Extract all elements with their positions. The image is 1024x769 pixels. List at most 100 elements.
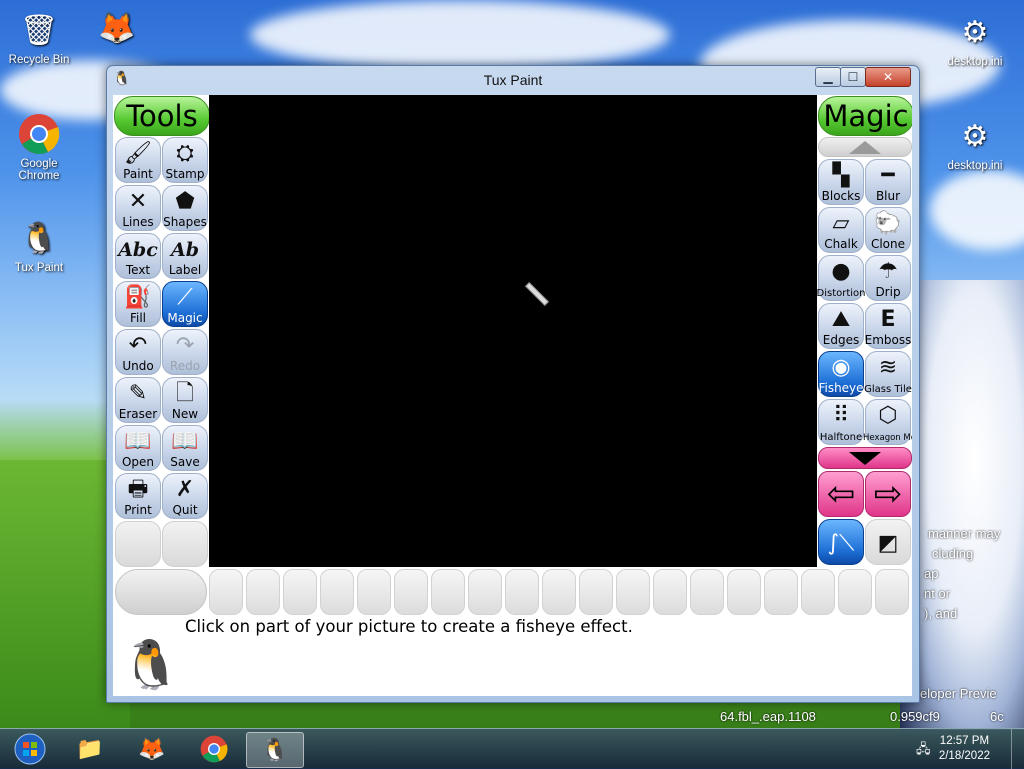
minimize-button[interactable]: ▁ bbox=[815, 67, 841, 87]
tool-empty-slot bbox=[115, 521, 161, 567]
taskbar-firefox[interactable]: 🦊 bbox=[124, 732, 180, 766]
network-icon[interactable]: 🖧 bbox=[916, 740, 931, 762]
lines-icon: ✕ bbox=[128, 189, 148, 214]
magic-scroll-up-button[interactable] bbox=[818, 137, 912, 157]
desktop-icon-label: Tux Paint bbox=[14, 262, 64, 274]
color-swatch[interactable] bbox=[579, 569, 613, 615]
firefox-icon: 🦊 bbox=[138, 736, 166, 762]
magic-blur[interactable]: ━ Blur bbox=[865, 159, 911, 205]
chalk-icon: ▱ bbox=[832, 211, 850, 236]
magic-scroll-down-button[interactable] bbox=[818, 447, 912, 469]
color-swatch[interactable] bbox=[727, 569, 761, 615]
magic-fisheye[interactable]: ◉ Fisheye bbox=[818, 351, 864, 397]
color-swatch[interactable] bbox=[616, 569, 650, 615]
tool-print[interactable]: 🖶 Print bbox=[115, 473, 161, 519]
tool-label: Text bbox=[125, 263, 151, 277]
show-desktop-button[interactable] bbox=[1011, 729, 1024, 769]
desktop-icon-tux-paint[interactable]: 🐧 Tux Paint bbox=[2, 216, 76, 275]
magic-glass-tile[interactable]: ≋ Glass Tile bbox=[864, 351, 912, 397]
color-selector-large-slot[interactable] bbox=[115, 569, 207, 615]
window-title: Tux Paint bbox=[483, 72, 543, 88]
color-swatch[interactable] bbox=[542, 569, 576, 615]
chrome-icon bbox=[200, 735, 228, 763]
maximize-button[interactable]: ☐ bbox=[840, 67, 866, 87]
color-swatch[interactable] bbox=[468, 569, 502, 615]
desktop-icon-desktop-ini[interactable]: ⚙ desktop.ini bbox=[938, 114, 1012, 173]
next-page-button[interactable]: ⇨ bbox=[865, 471, 911, 517]
previous-page-button[interactable]: ⇦ bbox=[818, 471, 864, 517]
magic-hexagon-mosaic[interactable]: ⬡ Hexagon Mosaic bbox=[863, 399, 912, 445]
tool-magic[interactable]: ⟋ Magic bbox=[162, 281, 208, 327]
color-swatch[interactable] bbox=[320, 569, 354, 615]
magic-label: Clone bbox=[870, 237, 906, 251]
magic-label: Blur bbox=[875, 189, 901, 203]
color-swatch[interactable] bbox=[394, 569, 428, 615]
desktop-icon-firefox[interactable]: 🦊 bbox=[80, 6, 154, 52]
start-button[interactable] bbox=[2, 732, 58, 766]
tool-fill[interactable]: ⛽ Fill bbox=[115, 281, 161, 327]
fisheye-icon: ◉ bbox=[831, 355, 851, 380]
magic-fullscreen-mode-button[interactable]: ◩ bbox=[865, 519, 911, 565]
tool-label[interactable]: Ab Label bbox=[162, 233, 208, 279]
close-button[interactable]: ✕ bbox=[865, 67, 911, 87]
color-swatch[interactable] bbox=[431, 569, 465, 615]
color-swatch[interactable] bbox=[283, 569, 317, 615]
magic-chalk[interactable]: ▱ Chalk bbox=[818, 207, 864, 253]
color-swatch[interactable] bbox=[838, 569, 872, 615]
wallpaper-text-line: 0.959cf9 bbox=[890, 709, 940, 724]
tool-shapes[interactable]: ⬟ Shapes bbox=[162, 185, 208, 231]
distortion-icon: ● bbox=[831, 259, 851, 284]
tool-label: Stamp bbox=[165, 167, 205, 181]
magic-clone[interactable]: 🐑 Clone bbox=[865, 207, 911, 253]
magic-blocks[interactable]: ▚ Blocks bbox=[818, 159, 864, 205]
magic-drip[interactable]: ☂ Drip bbox=[865, 255, 911, 301]
desktop-icon-label: desktop.ini bbox=[947, 160, 1003, 172]
color-swatch[interactable] bbox=[875, 569, 909, 615]
chrome-icon bbox=[17, 112, 61, 156]
desktop-icon-chrome[interactable]: Google Chrome bbox=[2, 112, 76, 182]
magic-halftone[interactable]: ⠿ Halftone bbox=[818, 399, 864, 445]
drawing-canvas[interactable] bbox=[209, 95, 817, 567]
magic-edges[interactable]: ⛰ Edges bbox=[818, 303, 864, 349]
desktop-icon-desktop-ini[interactable]: ⚙ desktop.ini bbox=[938, 10, 1012, 69]
color-swatch[interactable] bbox=[209, 569, 243, 615]
tool-lines[interactable]: ✕ Lines bbox=[115, 185, 161, 231]
tool-label: Shapes bbox=[163, 215, 207, 229]
magic-label: Emboss bbox=[864, 333, 912, 347]
tool-eraser[interactable]: ✎ Eraser bbox=[115, 377, 161, 423]
tool-open[interactable]: 📖 Open bbox=[115, 425, 161, 471]
magic-paint-mode-button[interactable]: ∫⟍ bbox=[818, 519, 864, 565]
taskbar: 📁 🦊 🐧 🖧 12:57 PM 2/18/2022 bbox=[0, 728, 1024, 769]
color-swatch[interactable] bbox=[653, 569, 687, 615]
tool-quit[interactable]: ✗ Quit bbox=[162, 473, 208, 519]
paint-bucket-icon: ⛽ bbox=[124, 285, 152, 310]
color-swatch[interactable] bbox=[801, 569, 835, 615]
tool-save[interactable]: 📖 Save bbox=[162, 425, 208, 471]
color-swatch[interactable] bbox=[505, 569, 539, 615]
desktop-icon-label: Google Chrome bbox=[18, 158, 60, 182]
taskbar-file-explorer[interactable]: 📁 bbox=[62, 732, 118, 766]
magic-distortion[interactable]: ● Distortion bbox=[817, 255, 866, 301]
arrow-right-icon: ⇨ bbox=[873, 474, 903, 514]
tool-label: Lines bbox=[122, 215, 154, 229]
tool-text[interactable]: Abc Text bbox=[115, 233, 161, 279]
taskbar-chrome[interactable] bbox=[186, 732, 242, 766]
desktop-icon-recycle-bin[interactable]: 🗑 Recycle Bin bbox=[2, 8, 76, 67]
tool-paint[interactable]: 🖌 Paint bbox=[115, 137, 161, 183]
clock[interactable]: 12:57 PM 2/18/2022 bbox=[939, 734, 990, 764]
wallpaper-text-line: manner may bbox=[928, 526, 1001, 541]
color-swatch[interactable] bbox=[690, 569, 724, 615]
tool-redo[interactable]: ↷ Redo bbox=[162, 329, 208, 375]
tool-new[interactable]: 🗋 New bbox=[162, 377, 208, 423]
title-bar[interactable]: 🐧 Tux Paint ▁ ☐ ✕ bbox=[107, 66, 919, 94]
magic-paint-mode-icon: ∫⟍ bbox=[827, 531, 855, 556]
color-swatch[interactable] bbox=[764, 569, 798, 615]
tool-stamp[interactable]: ⛭ Stamp bbox=[162, 137, 208, 183]
color-swatch[interactable] bbox=[246, 569, 280, 615]
taskbar-tux-paint[interactable]: 🐧 bbox=[246, 732, 304, 768]
quit-x-icon: ✗ bbox=[175, 477, 195, 502]
color-swatch[interactable] bbox=[357, 569, 391, 615]
magic-emboss[interactable]: E Emboss bbox=[865, 303, 911, 349]
redo-icon: ↷ bbox=[175, 333, 195, 358]
tool-undo[interactable]: ↶ Undo bbox=[115, 329, 161, 375]
